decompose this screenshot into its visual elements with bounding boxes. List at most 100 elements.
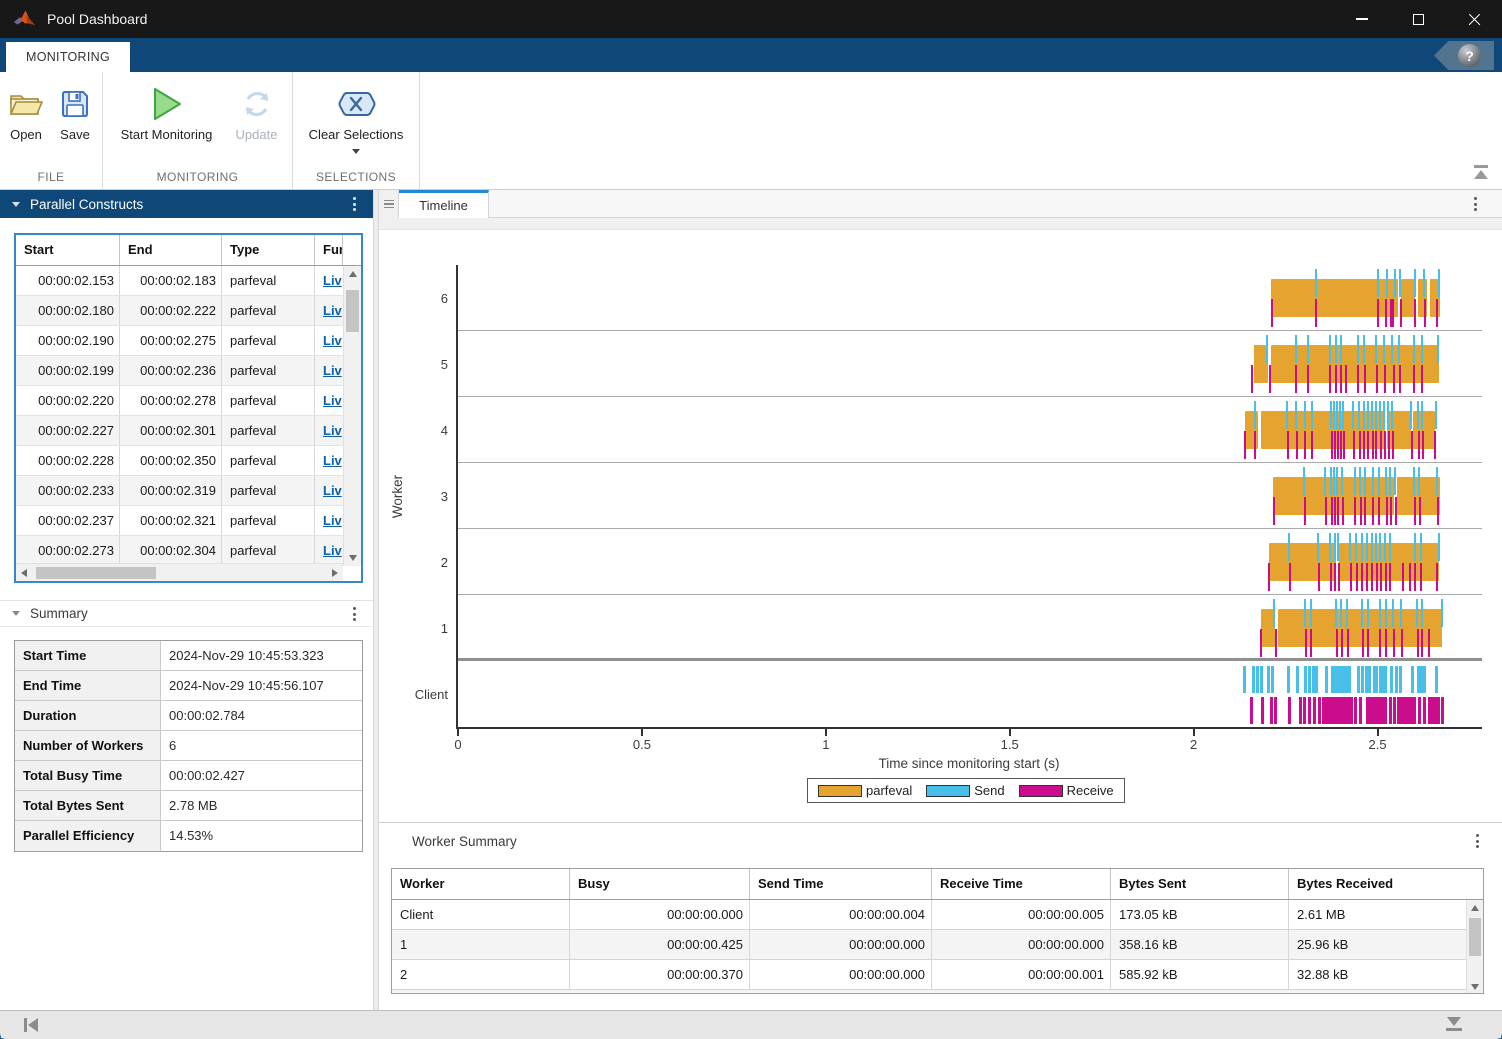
summary-label: Total Bytes Sent [15, 791, 161, 820]
pc-column-header[interactable]: Fun [315, 235, 343, 265]
receive-tick [1299, 697, 1302, 724]
summary-header[interactable]: Summary [0, 600, 373, 627]
function-link[interactable]: Liv [323, 453, 342, 468]
scroll-left-icon[interactable] [16, 565, 32, 581]
close-button[interactable] [1446, 0, 1502, 38]
legend-label: Receive [1067, 783, 1114, 798]
scroll-up-icon[interactable] [344, 266, 361, 282]
send-tick [1414, 269, 1416, 297]
help-button[interactable]: ? [1434, 41, 1494, 70]
function-link[interactable]: Liv [323, 423, 342, 438]
send-tick [1390, 666, 1393, 693]
receive-tick [1311, 431, 1313, 459]
table-row[interactable]: 00:00:02.18000:00:02.222parfevalLiv [16, 296, 343, 326]
send-tick [1383, 335, 1385, 363]
group-label-file: FILE [0, 170, 102, 184]
collapse-ribbon-button[interactable] [1472, 165, 1490, 181]
send-tick [1398, 335, 1400, 363]
right-panel: Timeline Worker 00.511.522.5 Time since … [379, 190, 1502, 1010]
ws-vertical-scrollbar[interactable] [1466, 900, 1483, 994]
function-link[interactable]: Liv [323, 333, 342, 348]
parallel-constructs-header[interactable]: Parallel Constructs [0, 190, 373, 218]
table-row[interactable]: 00:00:02.15300:00:02.183parfevalLiv [16, 266, 343, 296]
ws-column-header[interactable]: Bytes Received [1289, 869, 1468, 899]
send-tick [1368, 666, 1371, 693]
table-row[interactable]: 00:00:02.23700:00:02.321parfevalLiv [16, 506, 343, 536]
scroll-down-icon[interactable] [1467, 979, 1483, 994]
scroll-up-icon[interactable] [1467, 900, 1483, 915]
ws-cell: 2 [392, 960, 570, 989]
legend-swatch [926, 785, 970, 797]
timeline-menu-icon[interactable] [1466, 194, 1484, 214]
scroll-down-icon[interactable] [344, 550, 361, 566]
pc-cell: 00:00:02.227 [16, 416, 120, 445]
pc-horizontal-scrollbar[interactable] [16, 563, 343, 581]
ws-cell: 00:00:00.000 [570, 900, 750, 929]
table-row[interactable]: 00:00:02.19900:00:02.236parfevalLiv [16, 356, 343, 386]
table-row[interactable]: 200:00:00.37000:00:00.00000:00:00.001585… [392, 960, 1483, 990]
collapse-panel-icon[interactable] [12, 202, 20, 207]
ws-cell: 00:00:00.000 [750, 930, 932, 959]
tab-timeline[interactable]: Timeline [399, 190, 489, 218]
send-tick [1413, 335, 1415, 363]
minimize-button[interactable] [1334, 0, 1390, 38]
ws-column-header[interactable]: Receive Time [932, 869, 1111, 899]
table-row[interactable]: 00:00:02.22800:00:02.350parfevalLiv [16, 446, 343, 476]
table-row[interactable]: 00:00:02.23300:00:02.319parfevalLiv [16, 476, 343, 506]
collapse-bottom-panel-button[interactable] [1446, 1017, 1462, 1031]
receive-tick [1420, 563, 1422, 591]
ws-column-header[interactable]: Bytes Sent [1111, 869, 1289, 899]
scroll-right-icon[interactable] [327, 565, 343, 581]
maximize-button[interactable] [1390, 0, 1446, 38]
pc-column-header[interactable]: Type [222, 235, 315, 265]
send-tick [1340, 335, 1342, 363]
parallel-constructs-menu-icon[interactable] [345, 194, 363, 214]
function-link[interactable]: Liv [323, 363, 342, 378]
chart-toolbar-strip [379, 218, 1502, 230]
scrollbar-thumb[interactable] [36, 567, 156, 579]
function-link[interactable]: Liv [323, 513, 342, 528]
receive-tick [1340, 431, 1342, 459]
table-row[interactable]: Client00:00:00.00000:00:00.00400:00:00.0… [392, 900, 1483, 930]
function-link[interactable]: Liv [323, 543, 342, 558]
tab-monitoring[interactable]: MONITORING [6, 42, 130, 72]
x-tick-label: 0.5 [612, 737, 672, 752]
receive-tick [1334, 497, 1336, 525]
function-link[interactable]: Liv [323, 273, 342, 288]
function-link[interactable]: Liv [323, 303, 342, 318]
pc-vertical-scrollbar[interactable] [343, 266, 361, 566]
send-tick [1341, 467, 1343, 495]
table-row[interactable]: 00:00:02.22700:00:02.301parfevalLiv [16, 416, 343, 446]
parfeval-bar[interactable] [1269, 543, 1337, 581]
ws-column-header[interactable]: Worker [392, 869, 570, 899]
pc-column-header[interactable]: End [120, 235, 222, 265]
pc-column-header[interactable]: Start [16, 235, 120, 265]
receive-tick [1363, 431, 1365, 459]
document-list-icon[interactable] [379, 190, 399, 218]
send-tick [1423, 269, 1425, 297]
pc-cell: 00:00:02.237 [16, 506, 120, 535]
receive-tick [1244, 431, 1246, 459]
legend-item-receive: Receive [1019, 783, 1114, 798]
parfeval-bar[interactable] [1401, 279, 1415, 317]
scrollbar-thumb[interactable] [1469, 918, 1481, 956]
function-link[interactable]: Liv [323, 393, 342, 408]
scrollbar-thumb[interactable] [346, 290, 359, 332]
send-tick [1336, 467, 1338, 495]
ws-column-header[interactable]: Send Time [750, 869, 932, 899]
collapse-left-panel-button[interactable] [24, 1018, 38, 1032]
table-row[interactable]: 00:00:02.22000:00:02.278parfevalLiv [16, 386, 343, 416]
send-tick [1438, 269, 1440, 297]
worker-summary-menu-icon[interactable] [1468, 831, 1486, 851]
receive-tick [1360, 497, 1362, 525]
summary-menu-icon[interactable] [345, 604, 363, 624]
worker-label-4: 4 [384, 423, 448, 438]
table-row[interactable]: 100:00:00.42500:00:00.00000:00:00.000358… [392, 930, 1483, 960]
ws-cell: 2.61 MB [1289, 900, 1468, 929]
table-row[interactable]: 00:00:02.27300:00:02.304parfevalLiv [16, 536, 343, 566]
function-link[interactable]: Liv [323, 483, 342, 498]
receive-tick [1340, 365, 1342, 393]
collapse-summary-icon[interactable] [12, 611, 20, 616]
ws-column-header[interactable]: Busy [570, 869, 750, 899]
table-row[interactable]: 00:00:02.19000:00:02.275parfevalLiv [16, 326, 343, 356]
